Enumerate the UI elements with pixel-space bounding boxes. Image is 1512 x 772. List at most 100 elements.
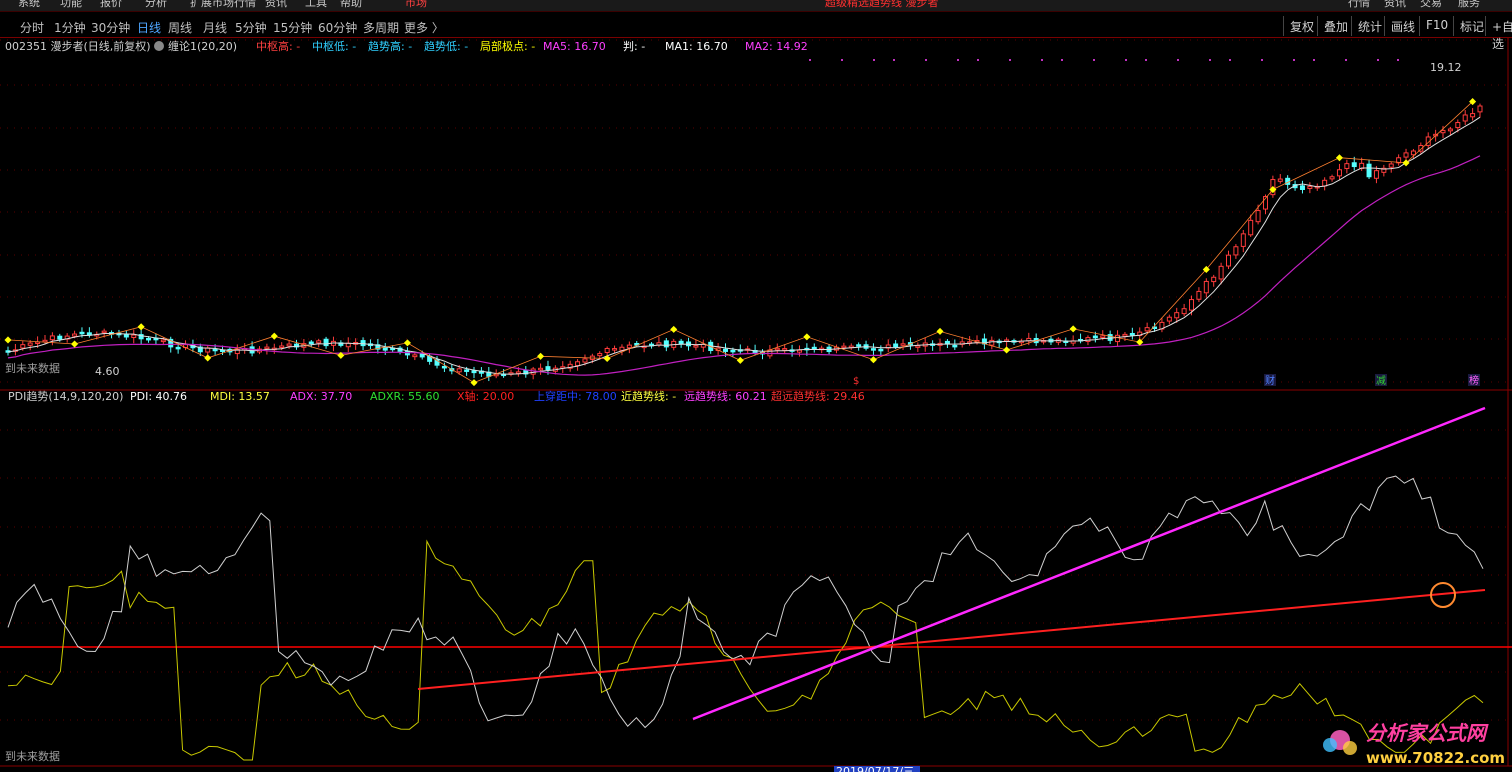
- candle-84: [626, 344, 632, 349]
- top-marker-15: [1229, 59, 1231, 61]
- candle-113: [841, 345, 847, 349]
- candle-97: [723, 348, 729, 352]
- menu-2[interactable]: 报价: [100, 0, 122, 8]
- main-legend-8: MA2: 14.92: [745, 40, 808, 53]
- candle-63: [471, 370, 477, 374]
- candle-148: [1100, 335, 1106, 339]
- chart-canvas[interactable]: 002351 漫步者(日线,前复权) 缠论1(20,20) 中枢高: - 中枢低: -…: [0, 0, 1512, 772]
- candle-19: [146, 337, 152, 341]
- toolbar-button-1[interactable]: 叠加: [1317, 16, 1353, 36]
- top-marker-18: [1313, 59, 1315, 61]
- candle-175: [1299, 185, 1305, 190]
- period-tab-4[interactable]: 周线: [168, 19, 192, 36]
- period-tab-9[interactable]: 多周期: [363, 19, 399, 36]
- period-tab-3[interactable]: 日线: [137, 19, 161, 36]
- watermark-logo-2: [1323, 738, 1337, 752]
- toolbar-button-4[interactable]: F10: [1419, 16, 1453, 36]
- candle-150: [1115, 334, 1121, 343]
- candle-35: [264, 346, 270, 350]
- candle-41: [308, 341, 314, 345]
- candle-2: [20, 344, 26, 349]
- candle-120: [893, 343, 899, 348]
- menu-6[interactable]: 工具: [305, 0, 327, 8]
- extreme-point-1: [71, 340, 79, 348]
- candle-69: [515, 371, 521, 374]
- candle-194: [1440, 129, 1446, 134]
- candle-196: [1455, 122, 1461, 129]
- toolbar-button-5[interactable]: 标记: [1453, 16, 1489, 36]
- sub-legend-2: ADX: 37.70: [290, 390, 352, 403]
- candle-154: [1144, 327, 1150, 332]
- toolbar-button-2[interactable]: 统计: [1351, 16, 1387, 36]
- watermark-name: 分析家公式网: [1366, 721, 1489, 745]
- main-legend-2: 趋势高: -: [368, 39, 412, 53]
- extreme-point-16: [1069, 325, 1077, 333]
- period-tab-10[interactable]: 更多 〉: [404, 19, 444, 36]
- candle-91: [678, 340, 684, 345]
- candle-28: [212, 348, 218, 352]
- toolbar-button-0[interactable]: 复权: [1283, 16, 1319, 36]
- top-marker-20: [1377, 59, 1379, 61]
- period-tab-7[interactable]: 15分钟: [273, 19, 312, 36]
- candle-117: [870, 348, 876, 351]
- menu-1[interactable]: 功能: [60, 0, 82, 8]
- candle-182: [1351, 162, 1357, 168]
- top-marker-12: [1145, 59, 1147, 61]
- price-low-label: 4.60: [95, 365, 120, 378]
- sub-legend-7: 远趋势线: 60.21: [684, 389, 767, 403]
- menu-right-3[interactable]: 服务: [1458, 0, 1480, 8]
- watermark-url: www.70822.com: [1366, 749, 1505, 767]
- candle-185: [1373, 170, 1379, 179]
- candle-190: [1410, 150, 1416, 156]
- candle-13: [101, 330, 107, 334]
- candle-82: [612, 348, 618, 351]
- extreme-point-11: [736, 356, 744, 364]
- candle-133: [989, 339, 995, 346]
- menu-4[interactable]: 扩展市场行情: [190, 0, 256, 8]
- top-marker-7: [1009, 59, 1011, 61]
- menu-7[interactable]: 帮助: [340, 0, 362, 8]
- period-tab-2[interactable]: 30分钟: [91, 19, 130, 36]
- toolbar-button-3[interactable]: 画线: [1384, 16, 1420, 36]
- menu-5[interactable]: 资讯: [265, 0, 287, 8]
- candle-81: [604, 347, 610, 354]
- candle-16: [123, 333, 129, 338]
- menu-8[interactable]: 市场: [405, 0, 427, 8]
- menu-bar: 系统 功能 报价 分析 扩展市场行情 资讯 工具 帮助 市场 超级精选趋势线 漫步者 行情 资讯 交易 服…: [0, 0, 1512, 12]
- candle-9: [72, 333, 78, 337]
- candle-184: [1366, 163, 1372, 178]
- super-far-trend-line: [417, 589, 1486, 690]
- menu-0[interactable]: 系统: [18, 0, 40, 8]
- period-tab-0[interactable]: 分时: [20, 19, 44, 36]
- indicator-name: 缠论1(20,20): [168, 39, 237, 53]
- indicator-settings-icon: [154, 41, 164, 51]
- menu-right-2[interactable]: 交易: [1420, 0, 1442, 8]
- candle-98: [730, 349, 736, 353]
- candle-187: [1388, 163, 1394, 168]
- top-marker-2: [873, 59, 875, 61]
- candle-179: [1329, 176, 1335, 180]
- period-toolbar: 分时 1分钟 30分钟 日线 周线 月线 5分钟 15分钟 60分钟 多周期 更多 〉 复权 叠加 统计画…: [0, 14, 1512, 51]
- watermark-logo-3: [1343, 741, 1357, 755]
- toolbar-button-6[interactable]: +自选: [1485, 16, 1512, 51]
- candle-157: [1166, 316, 1172, 322]
- top-marker-9: [1061, 59, 1063, 61]
- menu-right-1[interactable]: 资讯: [1384, 0, 1406, 8]
- period-tab-5[interactable]: 月线: [203, 19, 227, 36]
- candle-89: [663, 340, 669, 348]
- period-tab-1[interactable]: 1分钟: [54, 19, 86, 36]
- period-tab-6[interactable]: 5分钟: [235, 19, 267, 36]
- sub-legend-0: PDI: 40.76: [130, 390, 187, 403]
- main-legend-4: 局部极点: -: [480, 39, 535, 53]
- candle-37: [279, 345, 285, 348]
- candle-55: [412, 354, 418, 358]
- candle-23: [175, 346, 181, 350]
- menu-right-0[interactable]: 行情: [1348, 0, 1370, 8]
- candle-151: [1122, 333, 1128, 337]
- candle-152: [1129, 332, 1135, 336]
- candle-123: [915, 345, 921, 348]
- period-tab-8[interactable]: 60分钟: [318, 19, 357, 36]
- candle-104: [774, 347, 780, 351]
- menu-3[interactable]: 分析: [145, 0, 167, 8]
- candle-199: [1477, 105, 1483, 113]
